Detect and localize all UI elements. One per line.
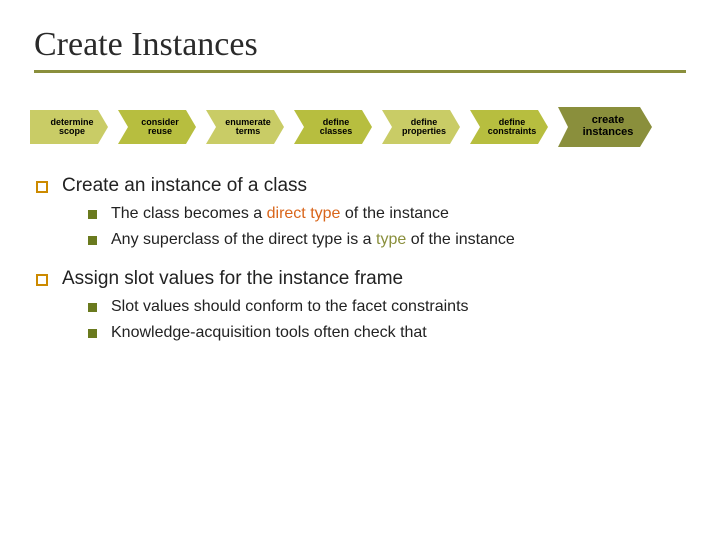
bullet-1-sub-2: Any superclass of the direct type is a t… [88,229,686,251]
title-rule [34,70,686,73]
square-dot-icon [88,210,97,219]
step-label: consider reuse [141,118,179,137]
slide-title: Create Instances [34,26,686,64]
bullet-2: Assign slot values for the instance fram… [36,268,686,290]
step-determine-scope: determine scope [30,110,108,144]
step-label: define constraints [488,118,537,137]
process-strip: determine scope consider reuse enumerate… [30,107,686,147]
step-create-instances: create instances [558,107,652,147]
step-define-constraints: define constraints [470,110,548,144]
step-define-properties: define properties [382,110,460,144]
bullet-2-sub-1: Slot values should conform to the facet … [88,296,686,318]
bullet-2-text: Assign slot values for the instance fram… [62,268,403,290]
step-define-classes: define classes [294,110,372,144]
bullet-1-sub-1-text: The class becomes a direct type of the i… [111,203,449,225]
step-label: define properties [402,118,446,137]
square-bullet-icon [36,181,48,193]
bullet-1-sub-2-text: Any superclass of the direct type is a t… [111,229,515,251]
step-consider-reuse: consider reuse [118,110,196,144]
square-dot-icon [88,303,97,312]
step-label: enumerate terms [225,118,271,137]
square-bullet-icon [36,274,48,286]
square-dot-icon [88,329,97,338]
bullet-2-sub-2: Knowledge-acquisition tools often check … [88,322,686,344]
highlight-type: type [376,231,406,248]
step-label: create instances [583,115,634,138]
step-label: define classes [320,118,353,137]
content-body: Create an instance of a class The class … [34,175,686,343]
square-dot-icon [88,236,97,245]
slide: Create Instances determine scope conside… [0,0,720,343]
bullet-1-sub-1: The class becomes a direct type of the i… [88,203,686,225]
bullet-2-sub-1-text: Slot values should conform to the facet … [111,296,469,318]
step-enumerate-terms: enumerate terms [206,110,284,144]
step-label: determine scope [50,118,93,137]
bullet-1: Create an instance of a class [36,175,686,197]
highlight-direct-type: direct type [267,205,341,222]
bullet-2-sub-2-text: Knowledge-acquisition tools often check … [111,322,427,344]
bullet-1-text: Create an instance of a class [62,175,307,197]
